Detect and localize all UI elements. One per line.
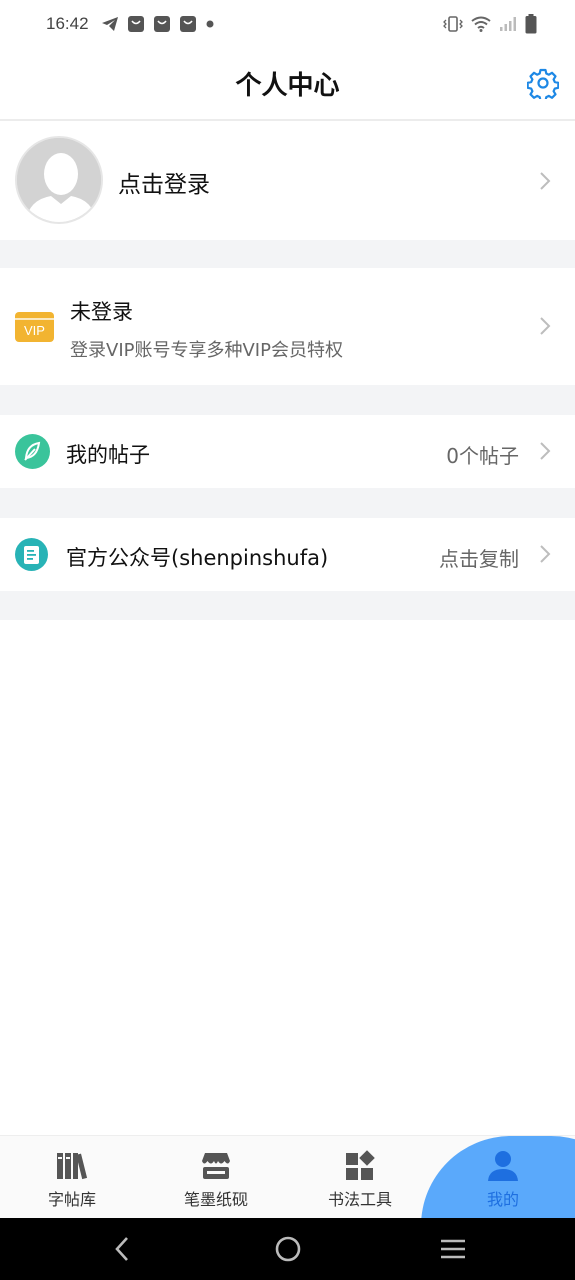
status-bar: 16:42 — [0, 0, 575, 48]
vip-subtitle: 登录VIP账号专享多种VIP会员特权 — [70, 340, 343, 361]
login-row[interactable]: 点击登录 — [0, 121, 575, 240]
person-icon — [488, 1151, 518, 1181]
chevron-right-icon — [540, 317, 551, 335]
recents-icon[interactable] — [438, 1234, 468, 1264]
section-divider — [0, 591, 575, 620]
dot-icon — [206, 20, 214, 28]
tab-mine[interactable]: 我的 — [431, 1136, 575, 1218]
section-divider — [0, 385, 575, 415]
posts-count: 0个帖子 — [446, 444, 519, 468]
telegram-icon — [101, 17, 118, 31]
status-left-icons — [101, 15, 215, 33]
vip-row[interactable]: VIP 未登录 登录VIP账号专享多种VIP会员特权 — [0, 268, 575, 385]
tab-label: 字帖库 — [47, 1190, 96, 1209]
vibrate-icon — [443, 16, 463, 32]
chevron-right-icon — [540, 545, 551, 563]
status-right-icons — [443, 14, 537, 34]
document-icon — [15, 538, 48, 571]
wifi-icon — [471, 16, 491, 32]
tab-calligraphy-tools[interactable]: 书法工具 — [288, 1136, 432, 1218]
chevron-right-icon — [540, 442, 551, 460]
shopping-bag-icon — [127, 16, 144, 32]
tools-grid-icon — [346, 1150, 375, 1180]
page-title: 个人中心 — [235, 71, 340, 101]
books-icon — [57, 1153, 88, 1180]
feather-icon — [15, 434, 50, 469]
back-icon[interactable] — [108, 1234, 138, 1264]
chevron-right-icon — [540, 172, 551, 190]
tab-label: 笔墨纸砚 — [183, 1190, 248, 1209]
status-time: 16:42 — [46, 14, 89, 33]
tab-copybook-library[interactable]: 字帖库 — [0, 1136, 144, 1218]
system-navigation-bar — [0, 1218, 575, 1280]
shopping-bag-icon — [179, 16, 196, 32]
battery-icon — [525, 14, 537, 34]
my-posts-row[interactable]: 我的帖子 0个帖子 — [0, 415, 575, 488]
tab-stationery[interactable]: 笔墨纸砚 — [144, 1136, 288, 1218]
signal-icon — [500, 17, 516, 31]
section-divider — [0, 488, 575, 518]
page-header: 个人中心 — [0, 48, 575, 121]
section-divider — [0, 240, 575, 268]
gear-icon[interactable] — [527, 67, 559, 99]
copy-action[interactable]: 点击复制 — [439, 543, 519, 572]
tab-label: 我的 — [486, 1190, 519, 1209]
official-account-row[interactable]: 官方公众号(shenpinshufa) 点击复制 — [0, 518, 575, 591]
vip-title: 未登录 — [70, 300, 133, 324]
my-posts-label: 我的帖子 — [66, 443, 150, 467]
vip-badge-text: VIP — [24, 323, 45, 338]
store-icon — [202, 1153, 230, 1179]
bottom-tab-bar: 字帖库 笔墨纸砚 书法工具 我的 — [0, 1135, 575, 1218]
default-avatar-icon[interactable] — [15, 136, 103, 224]
shopping-bag-icon — [153, 16, 170, 32]
official-account-label: 官方公众号(shenpinshufa) — [66, 546, 329, 570]
login-label[interactable]: 点击登录 — [118, 165, 210, 199]
tab-label: 书法工具 — [327, 1190, 392, 1209]
home-icon[interactable] — [273, 1234, 303, 1264]
vip-badge-icon: VIP — [15, 312, 54, 342]
